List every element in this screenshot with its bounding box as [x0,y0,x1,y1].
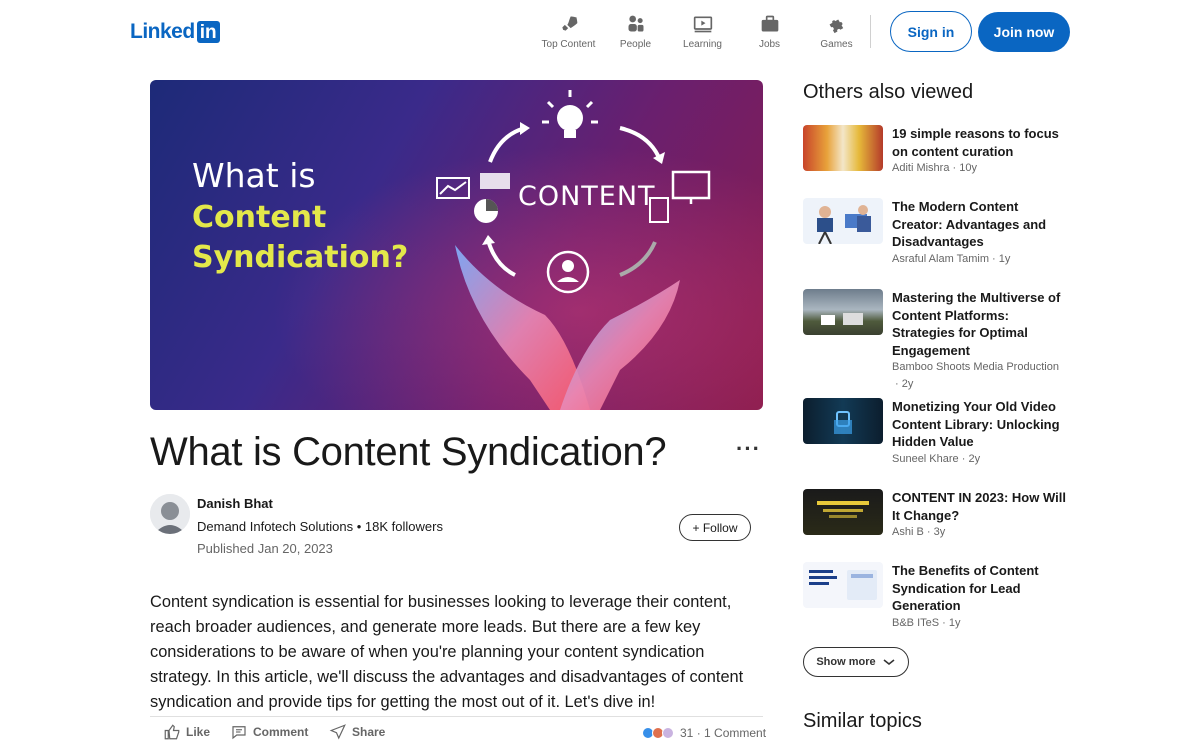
related-article-author: Aditi Mishra [892,162,950,174]
article-thumbnail [803,198,883,244]
related-article-author: Ashi B [892,526,924,538]
related-article-meta: Aditi Mishra · 10y [892,162,977,174]
related-article-title: Mastering the Multiverse of Content Plat… [892,290,1061,358]
article-thumbnail [803,289,883,335]
nav-games[interactable]: Games [803,14,870,50]
related-article-age: 2y [968,452,981,465]
published-date: Published Jan 20, 2023 [197,541,333,556]
nav-label: Learning [683,39,722,50]
related-article-title: The Modern Content Creator: Advantages a… [892,199,1047,249]
related-article-title: CONTENT IN 2023: How Will It Change? [892,490,1066,523]
like-label: Like [186,725,211,739]
video-icon [693,16,712,33]
article-thumbnail [803,562,883,608]
comment-label: Comment [253,725,309,739]
comment-icon [232,726,246,740]
related-article-author: Asraful Alam Tamim [892,252,989,265]
linkedin-logo[interactable]: Linked in [130,20,220,44]
comment-button[interactable]: Comment [230,723,308,741]
related-article-age: 3y [933,526,946,538]
show-more-label: Show more [816,656,876,668]
nav-top-content[interactable]: Top Content [535,14,602,50]
hero-title-line3: Syndication? [192,240,409,275]
author-followers: 18K followers [364,519,443,534]
share-button[interactable]: Share [329,723,385,741]
related-article-age: 1y [948,616,961,629]
related-article-age: 10y [959,162,977,174]
thumbs-up-icon [164,724,180,740]
nav-label: People [619,39,652,50]
reactions-summary[interactable]: 31 · 1 Comment [642,726,766,740]
related-article-meta: B&B ITeS · 1y [892,616,961,629]
hero-title-line2: Content [192,200,327,235]
related-article-meta: Suneel Khare · 2y [892,452,981,465]
others-also-viewed-heading: Others also viewed [803,81,974,103]
related-article-meta: Ashi B · 3y [892,526,946,538]
related-article-author: B&B ITeS [892,616,940,629]
top-nav: Top Content People Learning Jobs Games [535,14,870,50]
support-reaction-icon [662,727,674,739]
nav-jobs[interactable]: Jobs [736,14,803,50]
dot-separator: · [693,726,705,740]
show-more-button[interactable]: Show more [803,647,909,677]
comments-count[interactable]: 1 Comment [704,726,766,740]
related-article-age: 1y [998,252,1011,265]
send-icon [329,724,346,740]
logo-box: in [196,21,220,43]
more-options-button[interactable]: ··· [736,436,761,462]
puzzle-icon [829,19,843,34]
related-article-title: 19 simple reasons to focus on content cu… [892,126,1059,159]
follow-button[interactable]: + Follow [679,514,751,541]
article-thumbnail [803,489,883,535]
similar-topics-heading: Similar topics [803,710,922,732]
related-article-title: Monetizing Your Old Video Content Librar… [892,399,1060,449]
article-body: Content syndication is essential for bus… [150,593,744,711]
nav-label: Games [820,39,853,50]
reactions-count: 31 [680,726,694,740]
bullet-separator: • [356,519,365,534]
hero-center-word: CONTENT [518,181,656,212]
nav-learning[interactable]: Learning [669,14,736,50]
nav-label: Top Content [541,39,596,50]
author-avatar[interactable] [150,494,190,534]
share-label: Share [352,725,386,739]
author-org-line: Demand Infotech Solutions • 18K follower… [197,519,443,534]
divider [150,716,763,717]
rocket-icon [561,16,577,31]
avatar-placeholder-icon [150,494,190,534]
like-button[interactable]: Like [163,723,210,741]
related-article-author: Suneel Khare [892,452,959,465]
nav-divider [870,15,871,48]
nav-people[interactable]: People [602,14,669,50]
related-article-meta: Asraful Alam Tamim · 1y [892,252,1011,265]
related-article-age: 2y [901,378,914,390]
related-article-author: Bamboo Shoots Media Production [892,361,1059,373]
related-article-meta: Bamboo Shoots Media Production · 2y [892,361,1059,390]
sign-in-button[interactable]: Sign in [890,11,972,52]
author-name[interactable]: Danish Bhat [197,496,273,511]
hero-title-line1: What is [192,156,316,195]
article-title: What is Content Syndication? [150,430,667,474]
article-cover-image: What is Content Syndication? CONTENT [150,80,763,410]
nav-label: Jobs [758,39,781,50]
join-now-button[interactable]: Join now [978,12,1070,52]
author-org: Demand Infotech Solutions [197,519,354,534]
people-icon [628,15,643,32]
briefcase-icon [761,15,778,32]
related-article-title: The Benefits of Content Syndication for … [892,563,1039,613]
logo-text: Linked [130,20,195,43]
article-thumbnail [803,125,883,171]
chevron-down-icon [883,659,895,666]
article-thumbnail [803,398,883,444]
